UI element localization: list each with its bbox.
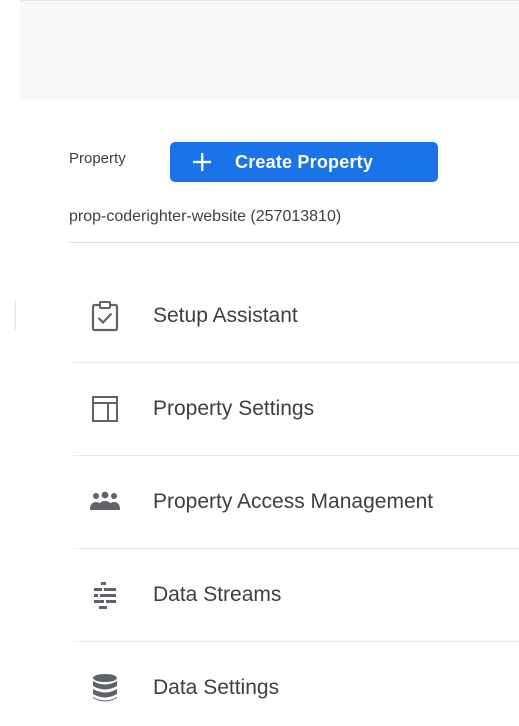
menu-item-property-access-management[interactable]: Property Access Management — [73, 456, 519, 549]
menu-item-label: Property Settings — [153, 397, 315, 420]
menu-item-label: Data Settings — [153, 676, 280, 699]
selected-property-name: prop-coderighter-website (257013810) — [69, 208, 342, 225]
clipboard-check-icon — [88, 299, 122, 333]
property-menu: Setup Assistant Property Settings Proper… — [73, 270, 519, 726]
header-band — [20, 0, 519, 99]
menu-item-label: Setup Assistant — [153, 304, 298, 327]
database-icon — [88, 671, 122, 705]
property-selector[interactable]: prop-coderighter-website (257013810) — [69, 204, 519, 243]
menu-item-label: Property Access Management — [153, 490, 434, 513]
menu-item-data-settings[interactable]: Data Settings — [73, 642, 519, 726]
menu-item-data-streams[interactable]: Data Streams — [73, 549, 519, 642]
plus-icon — [191, 151, 213, 173]
create-property-button[interactable]: Create Property — [170, 142, 438, 182]
admin-property-panel: Property Create Property prop-coderighte… — [0, 0, 519, 726]
left-panel-edge — [15, 300, 22, 330]
menu-item-setup-assistant[interactable]: Setup Assistant — [73, 270, 519, 363]
menu-item-label: Data Streams — [153, 583, 282, 606]
window-layout-icon — [88, 392, 122, 426]
property-label: Property — [69, 150, 126, 167]
people-group-icon — [88, 485, 122, 519]
menu-item-property-settings[interactable]: Property Settings — [73, 363, 519, 456]
create-property-label: Create Property — [235, 151, 374, 172]
data-streams-icon — [88, 578, 122, 612]
property-header: Property Create Property — [69, 142, 519, 182]
